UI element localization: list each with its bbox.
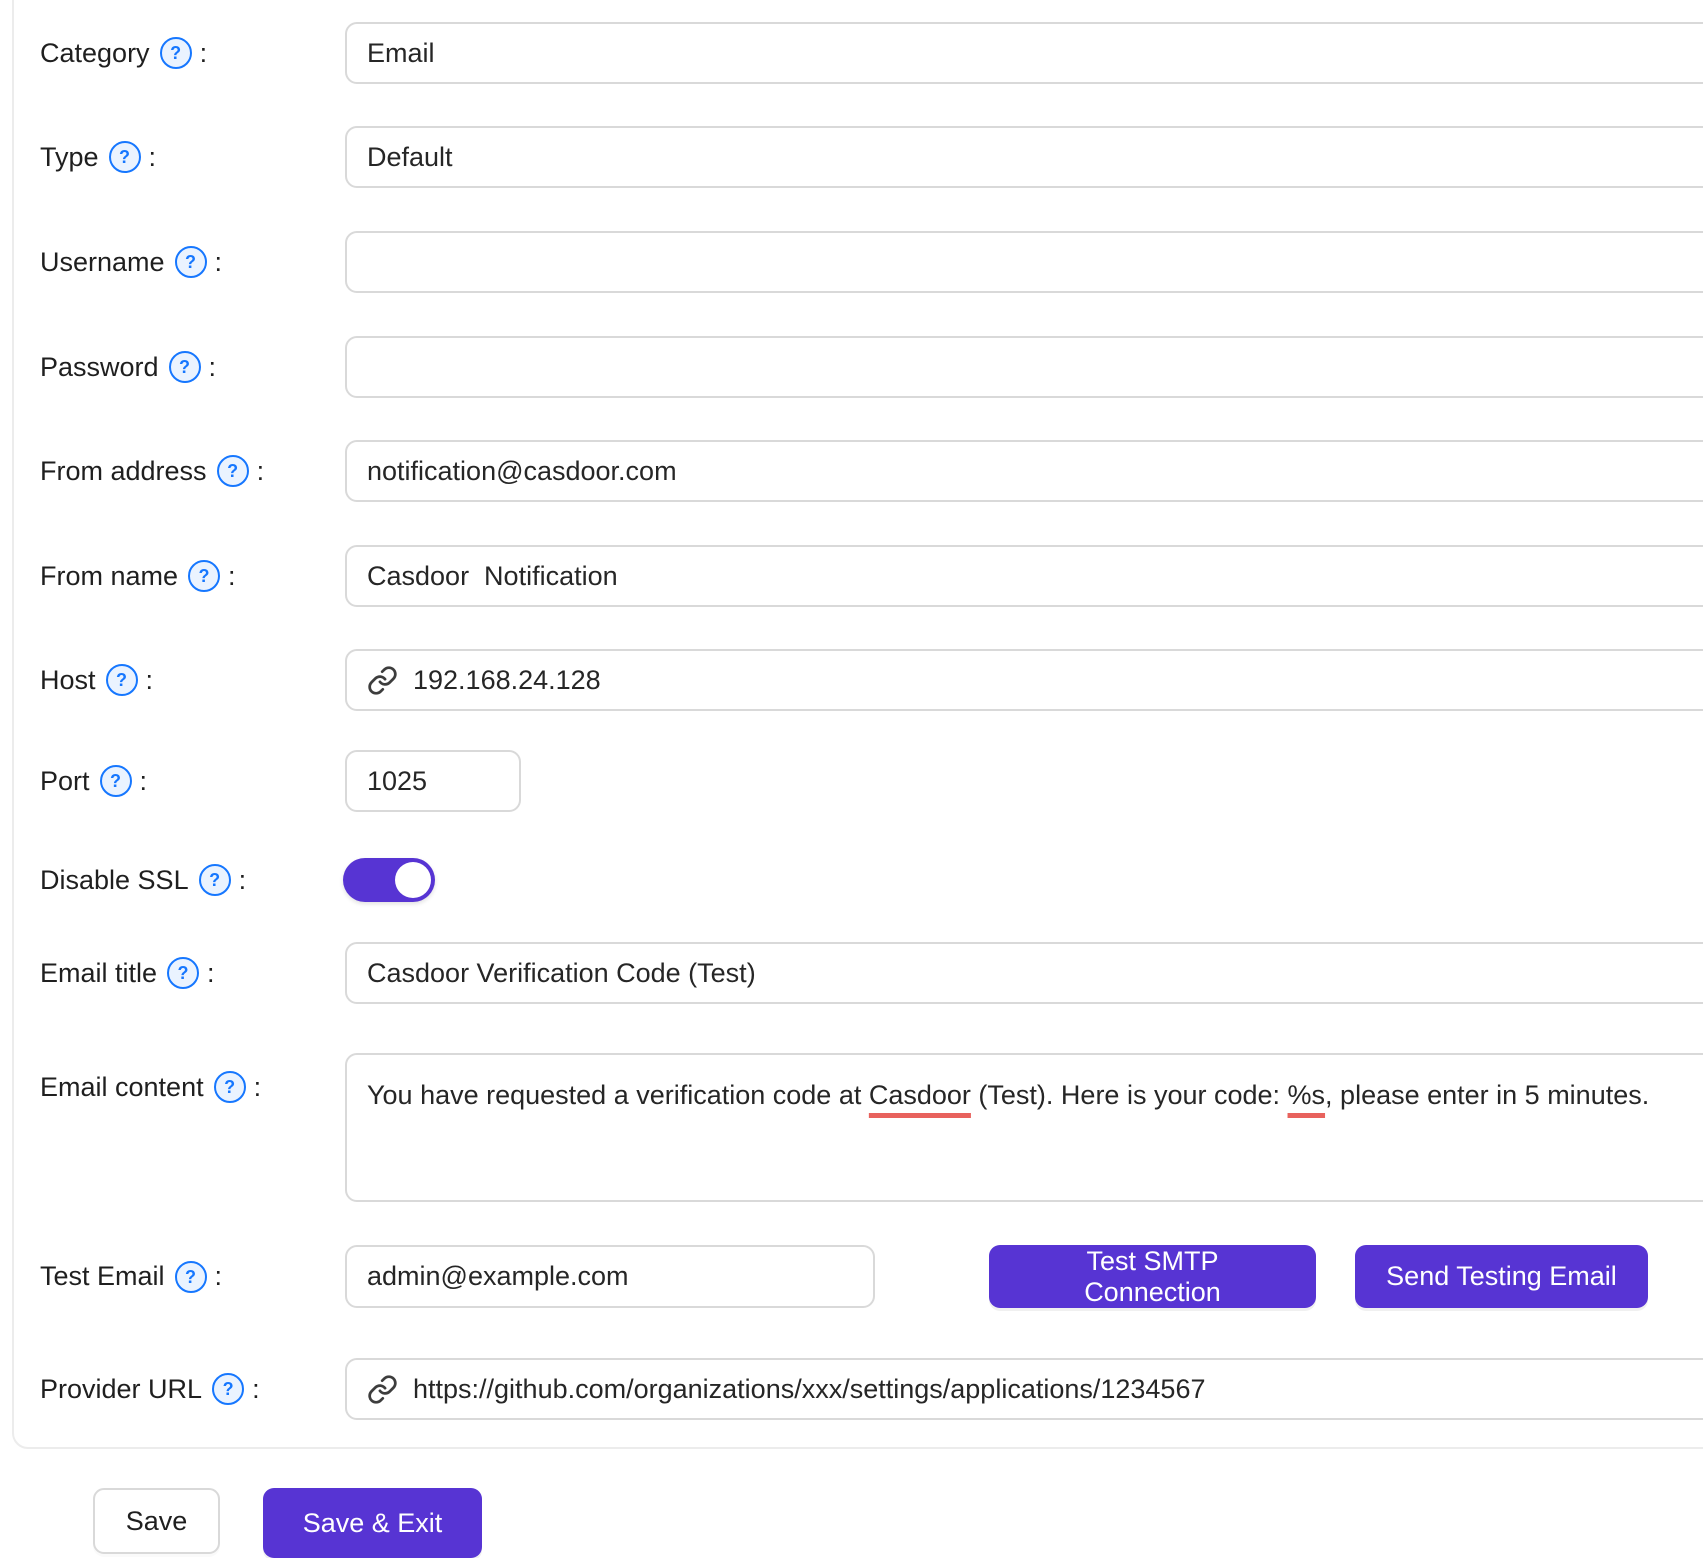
test-email-input[interactable] xyxy=(345,1245,875,1308)
help-icon[interactable]: ? xyxy=(175,246,207,278)
toggle-knob xyxy=(395,862,431,898)
email-content-row: Email content ? : You have requested a v… xyxy=(0,1053,1703,1202)
type-select[interactable] xyxy=(345,126,1703,188)
category-select[interactable] xyxy=(345,22,1703,84)
test-smtp-connection-button[interactable]: Test SMTP Connection xyxy=(989,1245,1316,1308)
help-icon[interactable]: ? xyxy=(199,864,231,896)
help-icon[interactable]: ? xyxy=(188,560,220,592)
from-address-input[interactable] xyxy=(345,440,1703,502)
actions-bar: Save Save & Exit xyxy=(0,1488,1703,1557)
help-icon[interactable]: ? xyxy=(169,351,201,383)
disable-ssl-toggle[interactable] xyxy=(343,858,435,902)
send-testing-email-button[interactable]: Send Testing Email xyxy=(1355,1245,1648,1308)
help-icon[interactable]: ? xyxy=(106,664,138,696)
test-email-row: Test Email ? : Test SMTP Connection Send… xyxy=(0,1245,1703,1308)
port-input[interactable] xyxy=(345,750,521,812)
save-and-exit-button[interactable]: Save & Exit xyxy=(263,1488,482,1558)
email-title-label: Email title ? : xyxy=(40,942,215,1004)
disable-ssl-label: Disable SSL ? : xyxy=(40,858,246,902)
from-address-row: From address ? : xyxy=(0,440,1703,502)
help-icon[interactable]: ? xyxy=(109,141,141,173)
help-icon[interactable]: ? xyxy=(100,765,132,797)
username-row: Username ? : xyxy=(0,231,1703,293)
email-title-row: Email title ? : xyxy=(0,942,1703,1004)
category-row: Category ? : xyxy=(0,22,1703,84)
provider-url-label: Provider URL ? : xyxy=(40,1358,260,1420)
from-name-input[interactable] xyxy=(345,545,1703,607)
disable-ssl-row: Disable SSL ? : xyxy=(0,858,1703,902)
category-label: Category ? : xyxy=(40,22,207,84)
email-content-textarea[interactable]: You have requested a verification code a… xyxy=(345,1053,1703,1202)
help-icon[interactable]: ? xyxy=(160,37,192,69)
host-input[interactable]: 192.168.24.128 xyxy=(345,649,1703,711)
host-label: Host ? : xyxy=(40,649,153,711)
help-icon[interactable]: ? xyxy=(175,1261,207,1293)
help-icon[interactable]: ? xyxy=(167,957,199,989)
email-title-input[interactable] xyxy=(345,942,1703,1004)
from-name-label: From name ? : xyxy=(40,545,236,607)
port-label: Port ? : xyxy=(40,750,147,812)
username-input[interactable] xyxy=(345,231,1703,293)
host-row: Host ? : 192.168.24.128 xyxy=(0,649,1703,711)
email-content-label: Email content ? : xyxy=(40,1053,261,1121)
save-button[interactable]: Save xyxy=(93,1488,220,1554)
port-row: Port ? : xyxy=(0,750,1703,812)
password-row: Password ? : xyxy=(0,336,1703,398)
type-label: Type ? : xyxy=(40,126,156,188)
provider-url-value: https://github.com/organizations/xxx/set… xyxy=(413,1374,1205,1405)
provider-url-input[interactable]: https://github.com/organizations/xxx/set… xyxy=(345,1358,1703,1420)
help-icon[interactable]: ? xyxy=(214,1071,246,1103)
link-icon xyxy=(367,1374,398,1405)
password-input[interactable] xyxy=(345,336,1703,398)
host-value: 192.168.24.128 xyxy=(413,665,601,696)
password-label: Password ? : xyxy=(40,336,216,398)
from-name-row: From name ? : xyxy=(0,545,1703,607)
link-icon xyxy=(367,665,398,696)
type-row: Type ? : xyxy=(0,126,1703,188)
test-email-label: Test Email ? : xyxy=(40,1245,222,1308)
username-label: Username ? : xyxy=(40,231,222,293)
provider-url-row: Provider URL ? : https://github.com/orga… xyxy=(0,1358,1703,1420)
help-icon[interactable]: ? xyxy=(217,455,249,487)
help-icon[interactable]: ? xyxy=(212,1373,244,1405)
from-address-label: From address ? : xyxy=(40,440,264,502)
provider-edit-card xyxy=(12,0,1703,1449)
